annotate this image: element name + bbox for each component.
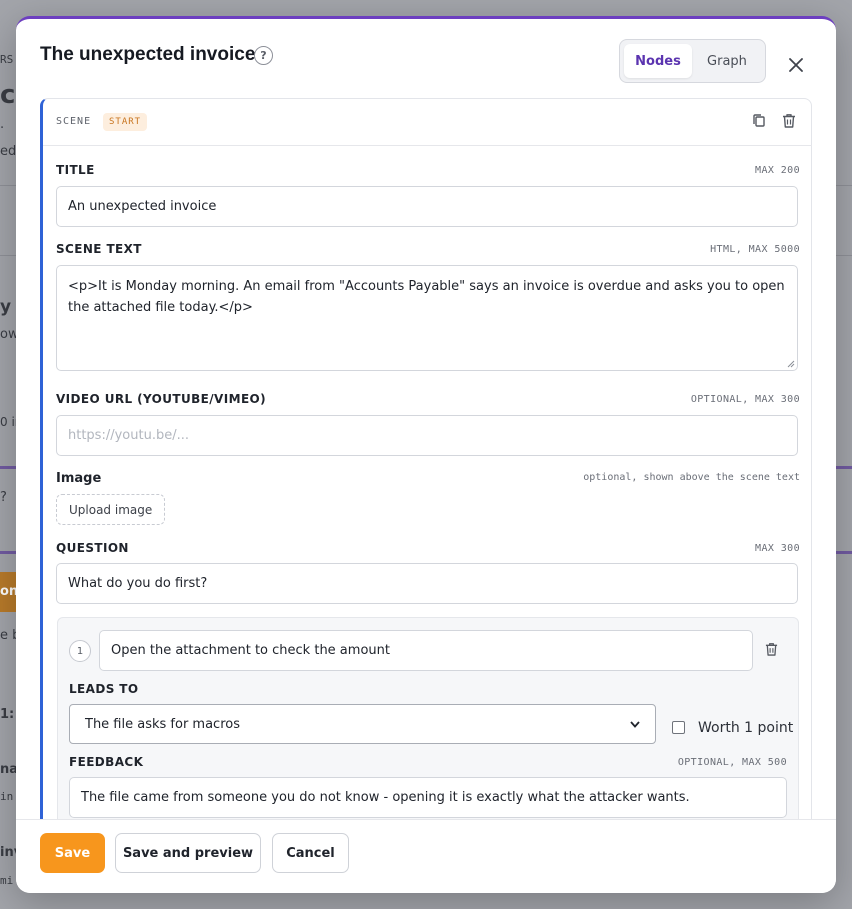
save-button[interactable]: Save	[40, 833, 105, 873]
close-button[interactable]	[784, 53, 808, 77]
question-label: QUESTION	[56, 541, 129, 555]
option-text-input[interactable]: Open the attachment to check the amount	[99, 630, 753, 671]
modal-header: The unexpected invoice ? Nodes Graph	[16, 19, 836, 95]
bg-fragment: ?	[0, 490, 7, 505]
modal-body-scroll[interactable]: SCENE START TITLE MAX 200 An unexpected …	[16, 95, 836, 819]
copy-icon	[753, 114, 765, 127]
worth-point-label: Worth 1 point	[698, 720, 794, 736]
cancel-button[interactable]: Cancel	[272, 833, 349, 873]
bg-fragment: in	[0, 790, 14, 803]
leads-to-select[interactable]: The file asks for macros	[69, 704, 656, 744]
image-label: Image	[56, 471, 102, 486]
resize-handle[interactable]	[787, 360, 795, 368]
video-url-hint: OPTIONAL, MAX 300	[690, 394, 800, 405]
feedback-hint: OPTIONAL, MAX 500	[677, 757, 787, 768]
answer-option: 1 Open the attachment to check the amoun…	[57, 617, 799, 819]
upload-image-button[interactable]: Upload image	[56, 494, 166, 525]
scene-editor-modal: The unexpected invoice ? Nodes Graph SCE…	[16, 16, 836, 893]
tab-nodes[interactable]: Nodes	[624, 44, 692, 78]
title-hint: MAX 200	[755, 165, 800, 176]
video-url-label: VIDEO URL (YOUTUBE/VIMEO)	[56, 392, 267, 406]
delete-option-button[interactable]	[765, 642, 781, 660]
bg-fragment: .	[0, 117, 5, 132]
tab-graph[interactable]: Graph	[692, 44, 762, 78]
title-input[interactable]: An unexpected invoice	[56, 186, 798, 227]
scene-text-hint: HTML, MAX 5000	[710, 244, 800, 255]
view-tabs: Nodes Graph	[619, 39, 766, 83]
scene-section-label: SCENE	[56, 116, 92, 127]
bg-fragment: ed	[0, 144, 17, 159]
save-and-preview-button[interactable]: Save and preview	[115, 833, 261, 873]
question-input[interactable]: What do you do first?	[56, 563, 798, 604]
delete-scene-button[interactable]	[782, 113, 798, 131]
option-number: 1	[69, 640, 91, 662]
close-icon	[789, 58, 803, 72]
duplicate-button[interactable]	[752, 113, 768, 131]
leads-to-value: The file asks for macros	[85, 716, 240, 732]
question-hint: MAX 300	[755, 543, 800, 554]
start-badge: START	[103, 113, 148, 131]
video-url-input[interactable]: https://youtu.be/...	[56, 415, 798, 456]
leads-to-label: LEADS TO	[69, 682, 139, 696]
modal-title: The unexpected invoice	[40, 44, 256, 65]
feedback-label: FEEDBACK	[69, 755, 144, 769]
scene-text-textarea[interactable]: <p>It is Monday morning. An email from "…	[56, 265, 798, 371]
bg-fragment: mi	[0, 874, 14, 887]
scene-text-label: SCENE TEXT	[56, 242, 142, 256]
chevron-down-icon	[630, 720, 640, 728]
image-hint: optional, shown above the scene text	[583, 472, 800, 483]
feedback-input[interactable]: The file came from someone you do not kn…	[69, 777, 787, 818]
bg-fragment: RS	[0, 53, 14, 66]
modal-footer: Save Save and preview Cancel	[16, 819, 836, 893]
help-icon[interactable]: ?	[254, 46, 273, 65]
title-label: TITLE	[56, 163, 95, 177]
trash-icon	[783, 114, 795, 128]
scene-card-header: SCENE START	[43, 99, 812, 146]
trash-icon	[765, 643, 778, 656]
worth-point-checkbox[interactable]	[672, 721, 685, 734]
scene-text-value: <p>It is Monday morning. An email from "…	[68, 279, 785, 315]
scene-card: SCENE START TITLE MAX 200 An unexpected …	[40, 98, 812, 819]
